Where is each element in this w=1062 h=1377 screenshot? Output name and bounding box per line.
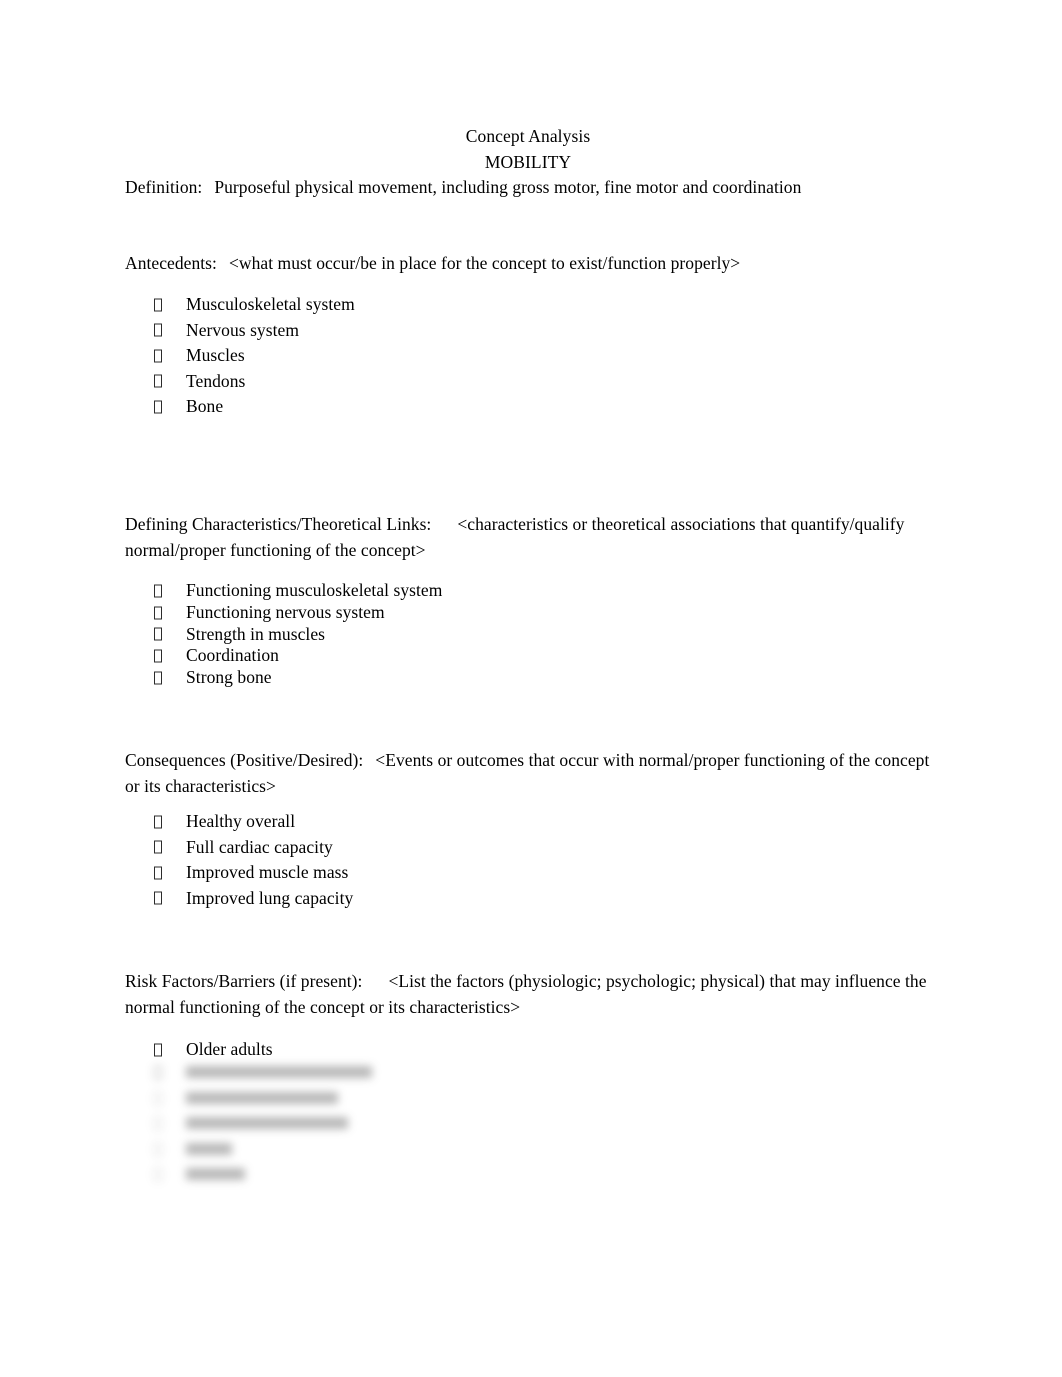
bullet-box-icon <box>154 349 162 363</box>
list-item: Improved lung capacity <box>0 886 900 912</box>
consequences-list: Healthy overall Full cardiac capacity Im… <box>0 809 900 911</box>
redacted-list-item <box>0 1137 500 1163</box>
consequences-heading-line: Consequences (Positive/Desired): <Events … <box>125 748 940 799</box>
list-item-label: Improved lung capacity <box>186 887 354 908</box>
risk-factors-heading: Risk Factors/Barriers (if present): <box>125 971 363 991</box>
definition-line: Definition: Purposeful physical movement,… <box>125 175 940 201</box>
list-item: Nervous system <box>0 318 900 344</box>
list-item-label: Strength in muscles <box>186 623 325 644</box>
list-item: Functioning musculoskeletal system <box>0 580 900 602</box>
bullet-box-icon <box>154 298 162 312</box>
bullet-box-icon <box>154 584 162 598</box>
defining-characteristics-heading: Defining Characteristics/Theoretical Lin… <box>125 514 432 534</box>
definition-text: Purposeful physical movement, including … <box>214 177 802 197</box>
bullet-box-icon <box>154 1066 162 1079</box>
list-item-label: Full cardiac capacity <box>186 836 333 857</box>
bullet-box-icon <box>154 374 162 388</box>
bullet-box-icon <box>154 815 162 829</box>
redacted-text <box>186 1091 338 1104</box>
bullet-box-icon <box>154 606 162 620</box>
list-item-label: Older adults <box>186 1039 273 1059</box>
bullet-box-icon <box>154 649 162 663</box>
bullet-box-icon <box>154 1168 162 1181</box>
list-item: Strong bone <box>0 667 900 689</box>
page-subtitle: MOBILITY <box>484 151 572 172</box>
bullet-box-icon <box>154 866 162 880</box>
bullet-box-icon <box>154 1117 162 1130</box>
redacted-text <box>186 1168 245 1180</box>
list-item-label: Tendons <box>186 370 246 391</box>
list-item-label: Coordination <box>186 645 279 666</box>
page-title: Concept Analysis <box>465 126 591 146</box>
list-item: Full cardiac capacity <box>0 835 900 861</box>
list-item-label: Improved muscle mass <box>186 862 349 882</box>
redacted-list-item <box>0 1162 500 1188</box>
bullet-box-icon <box>154 1043 162 1057</box>
risk-factors-list: Older adults <box>0 1037 900 1063</box>
list-item: Functioning nervous system <box>0 602 900 624</box>
list-item-label: Healthy overall <box>186 811 296 831</box>
list-item: Tendons <box>0 369 900 395</box>
list-item: Musculoskeletal system <box>0 292 900 318</box>
document-page: Concept Analysis MOBILITY Definition: Pur… <box>0 0 1062 1377</box>
antecedents-heading: Antecedents: <box>125 253 217 273</box>
redacted-text <box>186 1142 232 1155</box>
redacted-list-item <box>0 1086 500 1112</box>
list-item-label: Strong bone <box>186 667 272 688</box>
bullet-box-icon <box>154 671 162 685</box>
defining-characteristics-heading-line: Defining Characteristics/Theoretical Lin… <box>125 512 940 563</box>
antecedents-list: Musculoskeletal system Nervous system Mu… <box>0 292 900 420</box>
redacted-list <box>0 1060 500 1188</box>
list-item: Muscles <box>0 343 900 369</box>
bullet-box-icon <box>154 1142 162 1156</box>
redacted-list-item <box>0 1111 500 1137</box>
defining-characteristics-list: Functioning musculoskeletal system Funct… <box>0 580 900 689</box>
list-item-label: Functioning nervous system <box>186 601 385 622</box>
list-item-label: Muscles <box>186 345 245 365</box>
consequences-heading: Consequences (Positive/Desired): <box>125 750 364 770</box>
redacted-text <box>186 1117 348 1129</box>
bullet-box-icon <box>154 323 162 337</box>
antecedents-prompt: <what must occur/be in place for the con… <box>228 253 741 273</box>
list-item-label: Musculoskeletal system <box>186 294 355 314</box>
redacted-text <box>186 1066 372 1078</box>
list-item: Coordination <box>0 645 900 667</box>
document-title-block: Concept Analysis MOBILITY <box>0 124 1056 175</box>
list-item-label: Bone <box>186 396 224 416</box>
redacted-list-item <box>0 1060 500 1086</box>
bullet-box-icon <box>154 1091 162 1105</box>
list-item: Older adults <box>0 1037 900 1063</box>
risk-factors-heading-line: Risk Factors/Barriers (if present): <List… <box>125 969 940 1020</box>
definition-label: Definition: <box>125 177 203 197</box>
antecedents-heading-line: Antecedents: <what must occur/be in place… <box>125 251 940 277</box>
list-item: Strength in muscles <box>0 624 900 646</box>
list-item-label: Functioning musculoskeletal system <box>186 580 443 600</box>
list-item: Bone <box>0 394 900 420</box>
list-item: Healthy overall <box>0 809 900 835</box>
list-item-label: Nervous system <box>186 319 299 340</box>
bullet-box-icon <box>154 627 162 641</box>
bullet-box-icon <box>154 891 162 905</box>
bullet-box-icon <box>154 840 162 854</box>
bullet-box-icon <box>154 400 162 414</box>
list-item: Improved muscle mass <box>0 860 900 886</box>
